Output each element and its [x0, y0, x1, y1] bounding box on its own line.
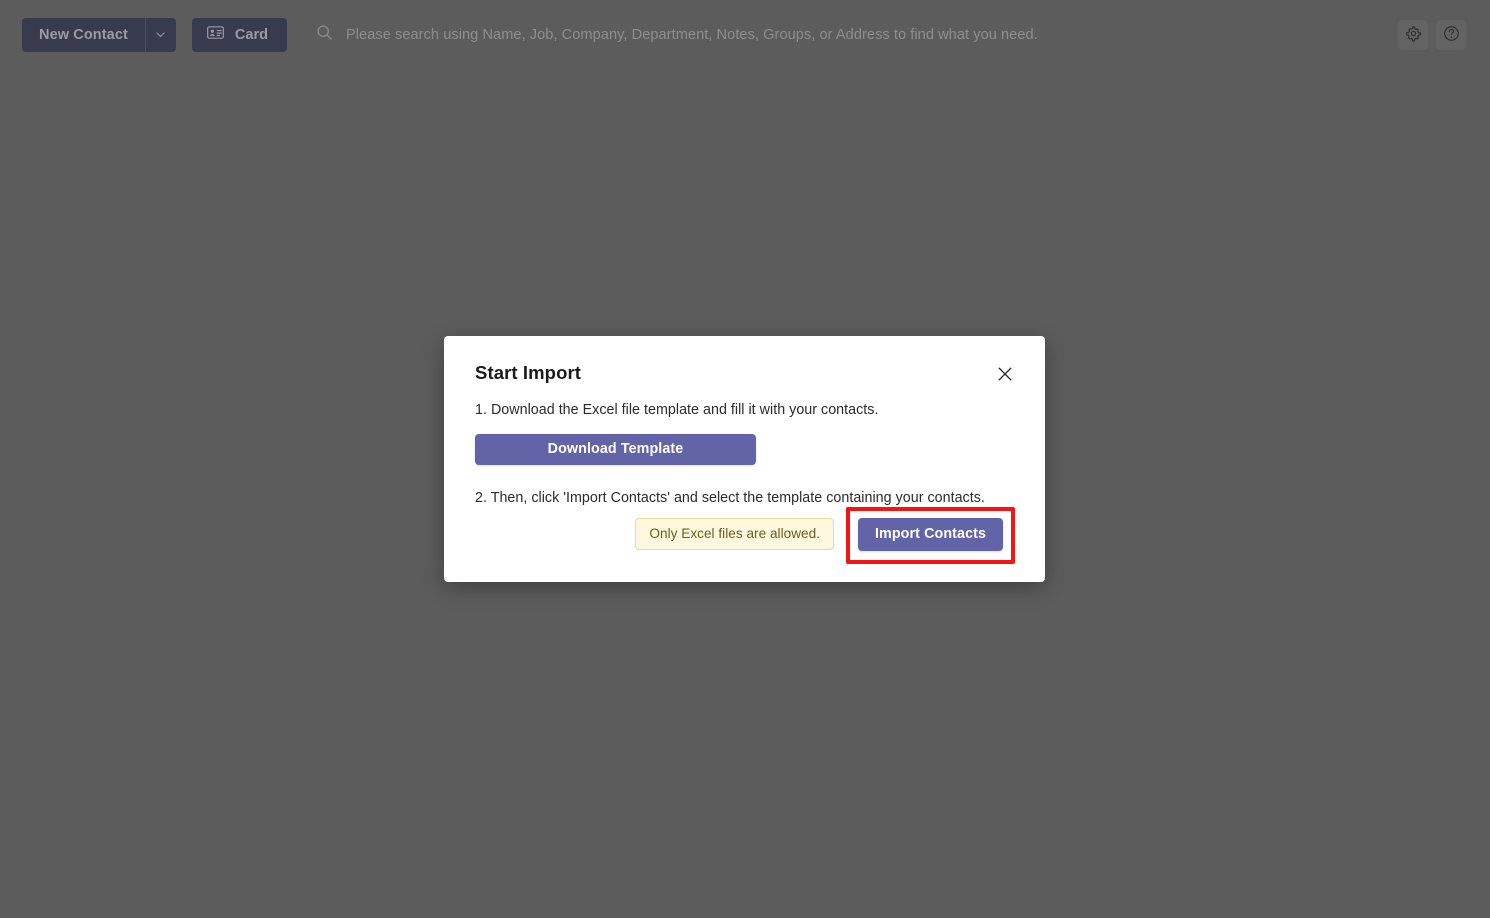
- dialog-title: Start Import: [475, 362, 582, 383]
- start-import-dialog: Start Import 1. Download the Excel file …: [444, 336, 1045, 582]
- download-template-button[interactable]: Download Template: [475, 433, 756, 465]
- import-contacts-label: Import Contacts: [874, 526, 987, 542]
- close-dialog-button[interactable]: [994, 364, 1016, 386]
- modal-overlay: Start Import 1. Download the Excel file …: [0, 0, 1490, 918]
- import-contacts-button[interactable]: Import Contacts: [858, 517, 1003, 551]
- import-contacts-highlight: Import Contacts: [846, 506, 1015, 564]
- close-icon: [997, 366, 1013, 385]
- step-1-instruction: 1. Download the Excel file template and …: [475, 401, 879, 418]
- dialog-action-row: Only Excel files are allowed. Import Con…: [475, 505, 1015, 565]
- download-template-label: Download Template: [547, 441, 684, 458]
- excel-only-tooltip: Only Excel files are allowed.: [635, 518, 834, 550]
